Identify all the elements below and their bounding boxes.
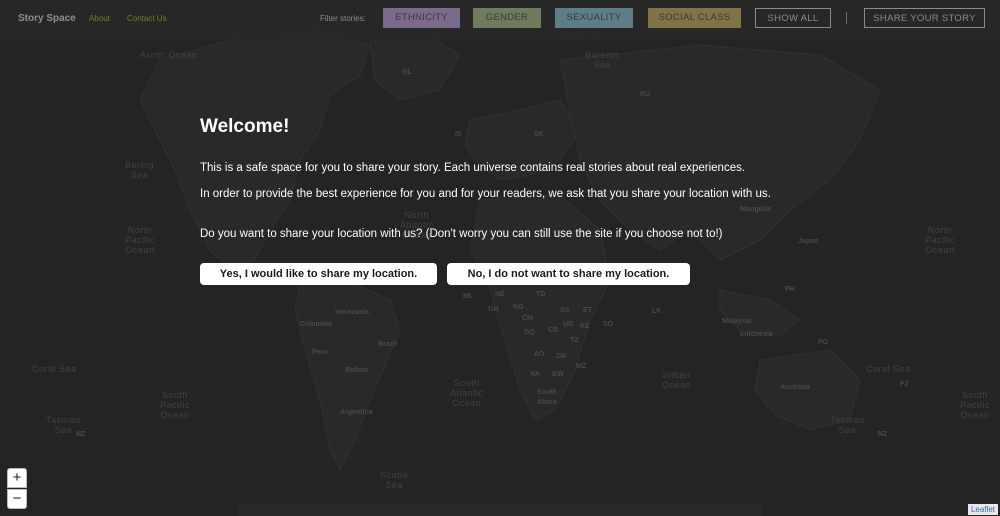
top-navbar: Story Space About Contact Us Filter stor… [0,0,1000,40]
nav-link-contact[interactable]: Contact Us [127,14,167,23]
share-location-yes-button[interactable]: Yes, I would like to share my location. [200,263,437,285]
dialog-paragraph-location-request: In order to provide the best experience … [200,188,771,200]
dialog-title: Welcome! [200,116,290,137]
dialog-paragraph-intro: This is a safe space for you to share yo… [200,162,746,174]
zoom-out-button[interactable]: − [7,489,27,509]
filter-sexuality-button[interactable]: SEXUALITY [555,8,633,28]
zoom-in-button[interactable]: + [7,468,27,488]
share-location-no-button[interactable]: No, I do not want to share my location. [447,263,690,285]
show-all-button[interactable]: SHOW ALL [755,8,831,28]
brand-logo[interactable]: Story Space [18,13,76,24]
nav-divider [846,12,847,24]
filter-gender-button[interactable]: GENDER [473,8,541,28]
modal-backdrop [0,0,1000,516]
filter-social-class-button[interactable]: SOCIAL CLASS [648,8,741,28]
map-attribution-link[interactable]: Leaflet [967,504,998,515]
dialog-paragraph-question: Do you want to share your location with … [200,228,723,240]
nav-link-about[interactable]: About [89,14,110,23]
filter-ethnicity-button[interactable]: ETHNICITY [383,8,460,28]
filter-label: Filter stories: [320,14,366,23]
share-story-button[interactable]: SHARE YOUR STORY [864,8,985,28]
